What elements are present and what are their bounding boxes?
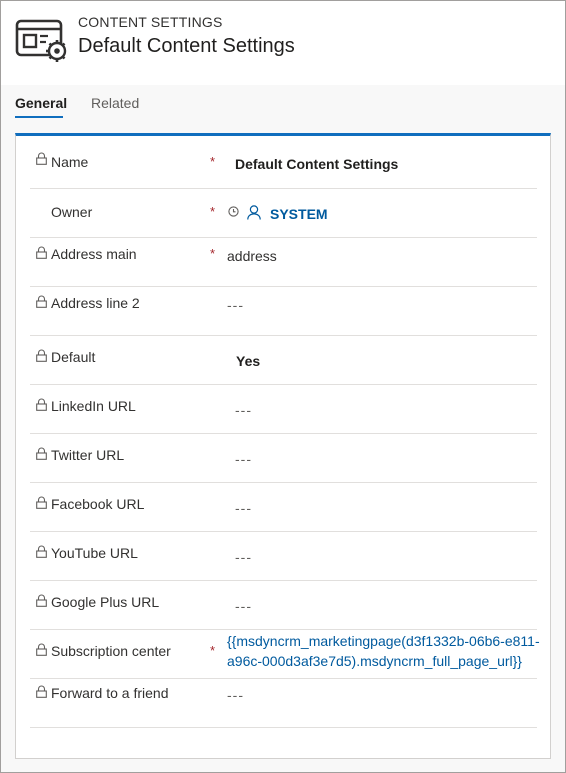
field-row-name: Name * Default Content Settings xyxy=(30,136,537,189)
field-row-youtube: YouTube URL --- xyxy=(30,531,537,581)
lock-icon xyxy=(36,643,47,656)
field-label-forward: Forward to a friend xyxy=(51,685,169,701)
lock-icon xyxy=(36,545,47,558)
field-row-googleplus: Google Plus URL --- xyxy=(30,580,537,630)
field-value-default[interactable]: Yes xyxy=(236,353,260,369)
tab-bar: General Related xyxy=(1,85,565,133)
field-label-subscription: Subscription center xyxy=(51,643,171,659)
required-marker: * xyxy=(210,154,216,169)
clock-icon xyxy=(228,206,239,217)
field-label-twitter: Twitter URL xyxy=(51,447,125,463)
form-header: CONTENT SETTINGS Default Content Setting… xyxy=(1,1,565,85)
field-row-address-main: Address main * address xyxy=(30,237,537,287)
field-row-linkedin: LinkedIn URL --- xyxy=(30,384,537,434)
lock-icon xyxy=(36,447,47,460)
lock-icon xyxy=(36,152,47,165)
required-marker: * xyxy=(210,643,216,658)
active-tab-indicator xyxy=(15,116,63,118)
field-row-subscription: Subscription center * {{msdyncrm_marketi… xyxy=(30,629,540,679)
field-row-default: Default Yes xyxy=(30,335,537,385)
field-value-address-main[interactable]: address xyxy=(227,248,277,264)
required-marker: * xyxy=(210,204,216,219)
general-section: Name * Default Content Settings Owner * … xyxy=(15,133,551,759)
lock-icon xyxy=(36,295,47,308)
field-label-owner: Owner xyxy=(51,204,93,220)
tab-related[interactable]: Related xyxy=(91,95,139,111)
record-title: Default Content Settings xyxy=(78,35,295,57)
field-label-linkedin: LinkedIn URL xyxy=(51,398,136,414)
lock-icon xyxy=(36,349,47,362)
field-label-address-main: Address main xyxy=(51,246,137,262)
tab-general[interactable]: General xyxy=(15,95,67,111)
field-label-default: Default xyxy=(51,349,96,365)
field-label-address-line2: Address line 2 xyxy=(51,295,140,311)
field-label-googleplus: Google Plus URL xyxy=(51,594,160,610)
field-row-forward: Forward to a friend --- xyxy=(30,678,537,728)
field-label-name: Name xyxy=(51,154,89,170)
field-value-name[interactable]: Default Content Settings xyxy=(235,156,398,172)
field-label-facebook: Facebook URL xyxy=(51,496,145,512)
field-value-googleplus[interactable]: --- xyxy=(235,598,252,614)
field-value-address-line2[interactable]: --- xyxy=(227,297,244,313)
lock-icon xyxy=(36,594,47,607)
field-value-subscription[interactable]: {{msdyncrm_marketingpage(d3f1332b-06b6-e… xyxy=(227,631,547,671)
form-window: CONTENT SETTINGS Default Content Setting… xyxy=(0,0,566,773)
field-row-twitter: Twitter URL --- xyxy=(30,433,537,483)
field-row-facebook: Facebook URL --- xyxy=(30,482,537,532)
field-value-forward[interactable]: --- xyxy=(227,687,244,703)
owner-lookup-link[interactable]: SYSTEM xyxy=(270,206,328,222)
field-value-twitter[interactable]: --- xyxy=(235,451,252,467)
user-icon xyxy=(247,205,261,220)
field-value-linkedin[interactable]: --- xyxy=(235,402,252,418)
required-marker: * xyxy=(210,246,216,261)
content-settings-icon xyxy=(15,19,67,62)
field-row-owner: Owner * SYSTEM xyxy=(30,188,537,238)
field-label-youtube: YouTube URL xyxy=(51,545,138,561)
field-value-youtube[interactable]: --- xyxy=(235,549,252,565)
lock-icon xyxy=(36,246,47,259)
lock-icon xyxy=(36,398,47,411)
lock-icon xyxy=(36,496,47,509)
entity-type-label: CONTENT SETTINGS xyxy=(78,14,223,30)
field-row-address-line2: Address line 2 --- xyxy=(30,286,537,336)
lock-icon xyxy=(36,685,47,698)
field-value-facebook[interactable]: --- xyxy=(235,500,252,516)
